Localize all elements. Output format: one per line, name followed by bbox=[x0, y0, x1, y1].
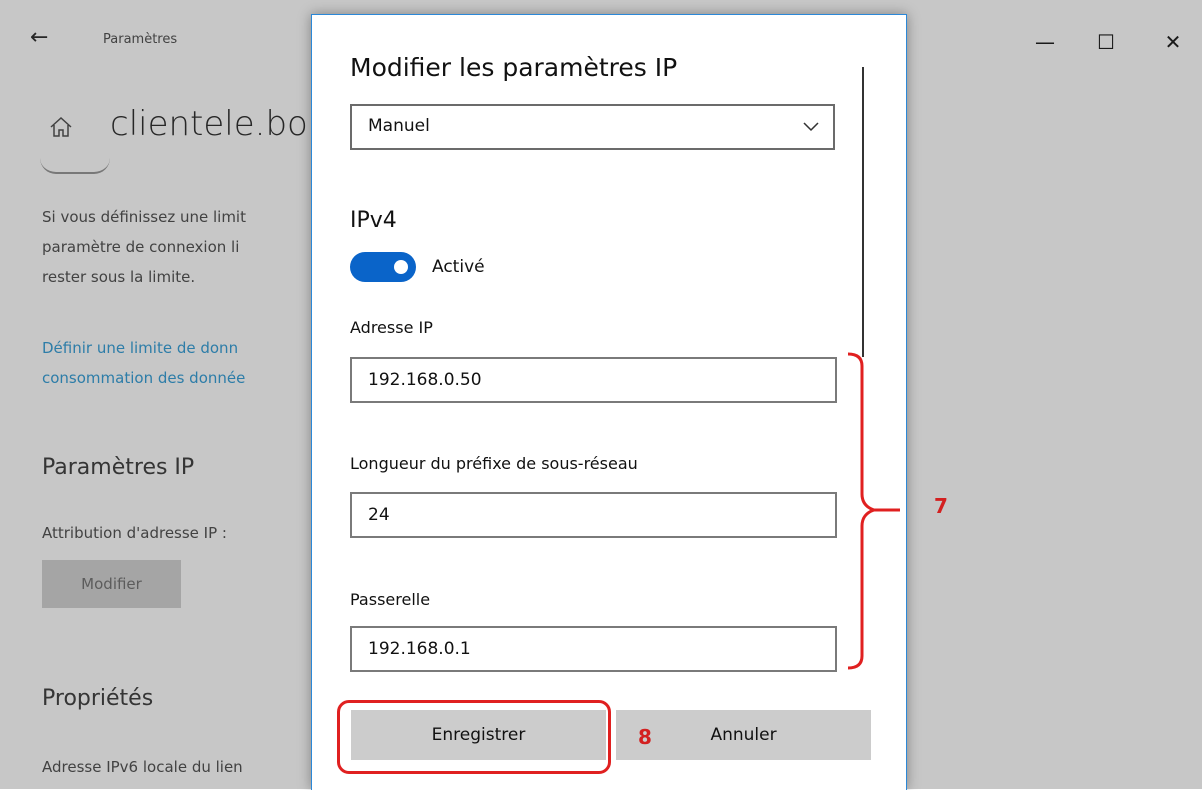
description-line: rester sous la limite. bbox=[42, 268, 196, 286]
minimize-icon[interactable]: — bbox=[1030, 30, 1060, 60]
gateway-field[interactable] bbox=[350, 626, 837, 672]
description-line: paramètre de connexion li bbox=[42, 238, 240, 256]
toggle-knob bbox=[394, 260, 408, 274]
annotation-number-7: 7 bbox=[934, 494, 948, 518]
annotation-bracket bbox=[847, 352, 900, 670]
ip-address-input[interactable] bbox=[352, 359, 835, 401]
cancel-button[interactable]: Annuler bbox=[616, 710, 871, 760]
dialog-title: Modifier les paramètres IP bbox=[350, 53, 678, 82]
subnet-prefix-field[interactable] bbox=[350, 492, 837, 538]
network-icon-fragment bbox=[40, 158, 110, 174]
modify-button[interactable]: Modifier bbox=[42, 560, 181, 608]
ipv4-heading: IPv4 bbox=[350, 208, 397, 233]
gateway-label: Passerelle bbox=[350, 590, 431, 609]
annotation-number-8: 8 bbox=[638, 725, 652, 749]
window-title: Paramètres bbox=[103, 32, 178, 47]
ip-assignment-label: Attribution d'adresse IP : bbox=[42, 524, 227, 542]
data-limit-link[interactable]: Définir une limite de donn consommation … bbox=[42, 333, 332, 393]
page-title: clientele.bo bbox=[110, 104, 308, 144]
ip-mode-value: Manuel bbox=[368, 116, 430, 136]
maximize-icon[interactable]: ☐ bbox=[1091, 30, 1121, 60]
chevron-down-icon bbox=[803, 122, 819, 132]
home-icon bbox=[50, 116, 72, 137]
subnet-prefix-label: Longueur du préfixe de sous-réseau bbox=[350, 454, 638, 473]
ip-mode-select[interactable]: Manuel bbox=[350, 104, 835, 150]
annotation-highlight-save bbox=[337, 700, 611, 774]
edit-ip-settings-dialog: Modifier les paramètres IP Manuel IPv4 A… bbox=[311, 14, 907, 790]
properties-heading: Propriétés bbox=[42, 686, 154, 711]
back-arrow-icon[interactable]: ← bbox=[30, 26, 54, 50]
link-line[interactable]: consommation des donnée bbox=[42, 363, 332, 393]
data-limit-description: Si vous définissez une limit paramètre d… bbox=[42, 202, 332, 292]
ipv4-toggle-label: Activé bbox=[432, 257, 485, 277]
scrollbar[interactable] bbox=[862, 67, 864, 357]
link-line[interactable]: Définir une limite de donn bbox=[42, 333, 332, 363]
ip-settings-heading: Paramètres IP bbox=[42, 455, 195, 480]
ipv6-link-local-label: Adresse IPv6 locale du lien bbox=[42, 758, 243, 776]
subnet-prefix-input[interactable] bbox=[352, 494, 835, 536]
gateway-input[interactable] bbox=[352, 628, 835, 670]
description-line: Si vous définissez une limit bbox=[42, 208, 246, 226]
close-icon[interactable]: ✕ bbox=[1158, 30, 1188, 60]
ipv4-toggle[interactable] bbox=[350, 252, 416, 282]
ip-address-field[interactable] bbox=[350, 357, 837, 403]
ip-address-label: Adresse IP bbox=[350, 318, 433, 337]
